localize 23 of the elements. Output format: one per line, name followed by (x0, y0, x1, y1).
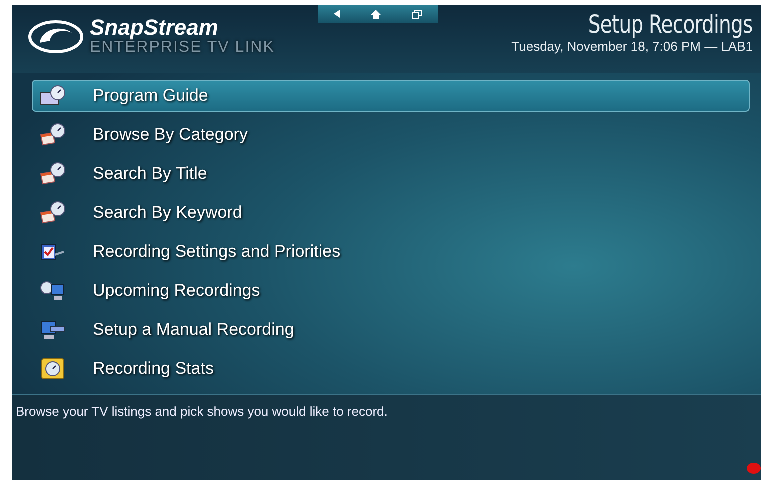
clock-monitor-icon (39, 279, 67, 303)
back-icon (334, 10, 340, 18)
tv-clock-icon (39, 84, 67, 108)
page-title: Setup Recordings (588, 11, 753, 39)
menu-item[interactable]: Setup a Manual Recording (32, 314, 750, 346)
windows-icon (412, 10, 422, 18)
menu-item[interactable]: Browse By Category (32, 119, 750, 151)
menu-item[interactable]: Upcoming Recordings (32, 275, 750, 307)
calendar-clock-icon (39, 201, 67, 225)
menu-item[interactable]: Recording Stats (32, 353, 750, 385)
calendar-clock-icon (39, 162, 67, 186)
brand-tagline: ENTERPRISE TV LINK (90, 39, 275, 56)
menu-item[interactable]: Search By Keyword (32, 197, 750, 229)
logo-icon (28, 18, 84, 54)
brand-name: SnapStream (90, 17, 220, 39)
calendar-clock-icon (39, 123, 67, 147)
clock-icon (39, 357, 67, 381)
home-icon (370, 10, 381, 18)
menu-item[interactable]: Recording Settings and Priorities (32, 236, 750, 268)
menu-item[interactable]: Search By Title (32, 158, 750, 190)
menu-item[interactable]: Program Guide (32, 80, 750, 112)
date-status: Tuesday, November 18, 7:06 PM — LAB1 (512, 39, 753, 55)
description-text: Browse your TV listings and pick shows you would like to record. (16, 404, 388, 419)
